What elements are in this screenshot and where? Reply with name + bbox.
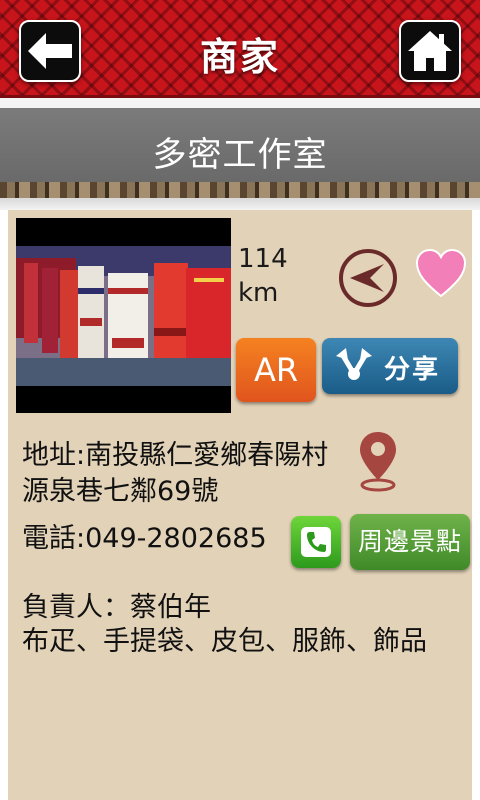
owner-text: 負責人：蔡伯年 [22, 592, 211, 623]
header-divider [0, 98, 480, 108]
ar-button[interactable]: AR [236, 338, 316, 402]
map-pin-icon[interactable] [356, 430, 400, 492]
call-button[interactable] [291, 516, 341, 568]
shop-detail-card: 114 km AR 分享 地址:南投縣仁愛鄉春陽村源泉巷七鄰69號 電話:049… [8, 210, 472, 800]
home-icon [408, 31, 452, 71]
heart-icon[interactable] [415, 248, 467, 300]
wood-divider [0, 182, 480, 198]
nearby-attractions-button[interactable]: 周邊景點 [350, 514, 470, 570]
distance-unit: km [238, 278, 279, 308]
distance-value: 114 [238, 244, 288, 274]
shop-name: 多密工作室 [152, 135, 328, 175]
products-text: 布疋、手提袋、皮包、服飾、飾品 [22, 626, 427, 657]
phone-text: 電話:049-2802685 [22, 523, 267, 554]
share-icon [336, 348, 372, 380]
shop-photo [16, 218, 231, 413]
navigation-arrow-icon[interactable] [338, 248, 398, 308]
home-button[interactable] [399, 20, 461, 82]
phone-icon [301, 527, 331, 557]
wood-shadow [0, 198, 480, 210]
share-button[interactable]: 分享 [322, 338, 458, 394]
shop-title-bar: 多密工作室 [0, 108, 480, 182]
share-label: 分享 [384, 355, 441, 385]
app-header: 商家 [0, 0, 480, 98]
address-text: 地址:南投縣仁愛鄉春陽村源泉巷七鄰69號 [22, 440, 329, 507]
distance-readout: 114 km [238, 242, 288, 310]
traditional-clothing-photo [16, 218, 231, 413]
